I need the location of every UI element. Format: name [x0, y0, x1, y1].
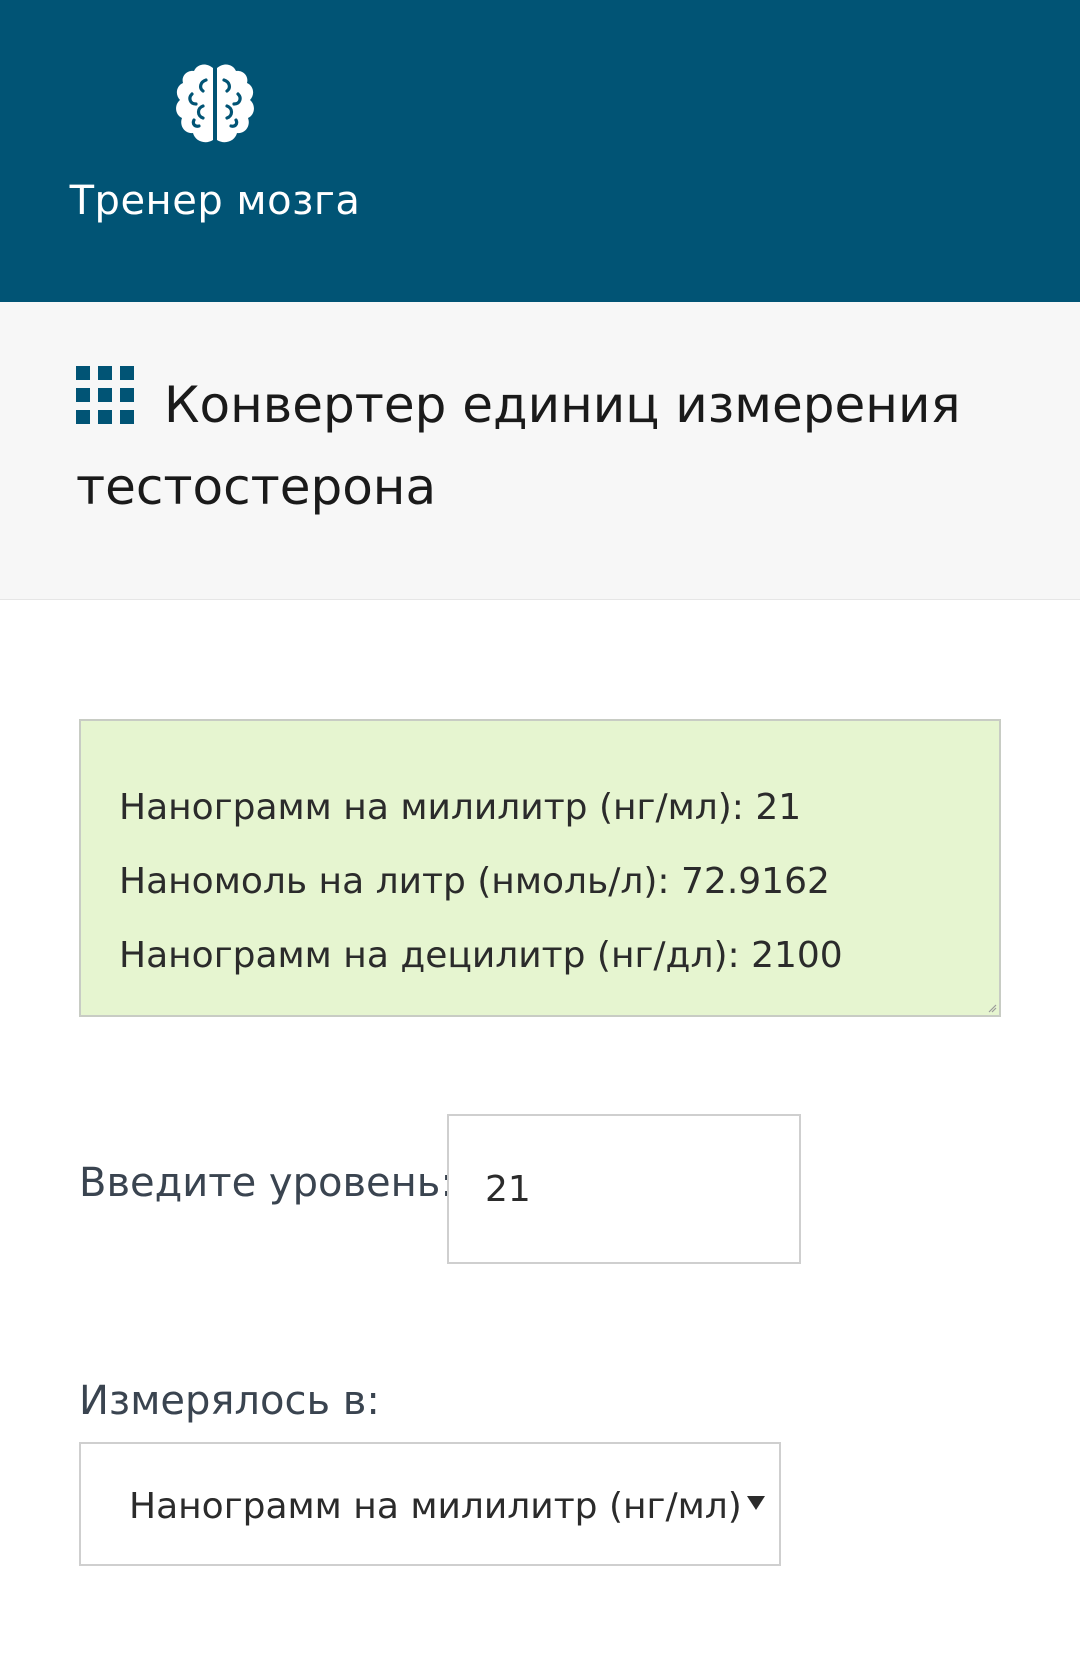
app-header: Тренер мозга	[0, 0, 1080, 302]
result-line-ng-ml: Нанограмм на милилитр (нг/мл): 21	[119, 787, 802, 828]
brain-icon	[176, 64, 254, 143]
result-line-nmol-l: Наномоль на литр (нмоль/л): 72.9162	[119, 861, 830, 902]
chevron-down-icon	[747, 1496, 765, 1510]
measured-in-label: Измерялось в:	[79, 1378, 380, 1424]
brand-home-link[interactable]: Тренер мозга	[60, 60, 370, 224]
level-input[interactable]	[447, 1114, 801, 1264]
page-title: Конвертер единиц измерения тестостерона	[76, 364, 1036, 528]
grid-icon	[76, 366, 134, 424]
unit-select-value: Нанограмм на милилитр (нг/мл)	[129, 1486, 742, 1527]
resize-grip-icon[interactable]	[987, 1003, 997, 1013]
result-line-ng-dl: Нанограмм на децилитр (нг/дл): 2100	[119, 935, 843, 976]
unit-select[interactable]: Нанограмм на милилитр (нг/мл)	[79, 1442, 781, 1566]
title-band: Конвертер единиц измерения тестостерона	[0, 302, 1080, 600]
app-name: Тренер мозга	[69, 178, 361, 224]
level-label: Введите уровень:	[79, 1160, 454, 1206]
results-textarea[interactable]: Нанограмм на милилитр (нг/мл): 21 Наномо…	[79, 719, 1001, 1017]
page-title-text: Конвертер единиц измерения тестостерона	[76, 376, 961, 516]
